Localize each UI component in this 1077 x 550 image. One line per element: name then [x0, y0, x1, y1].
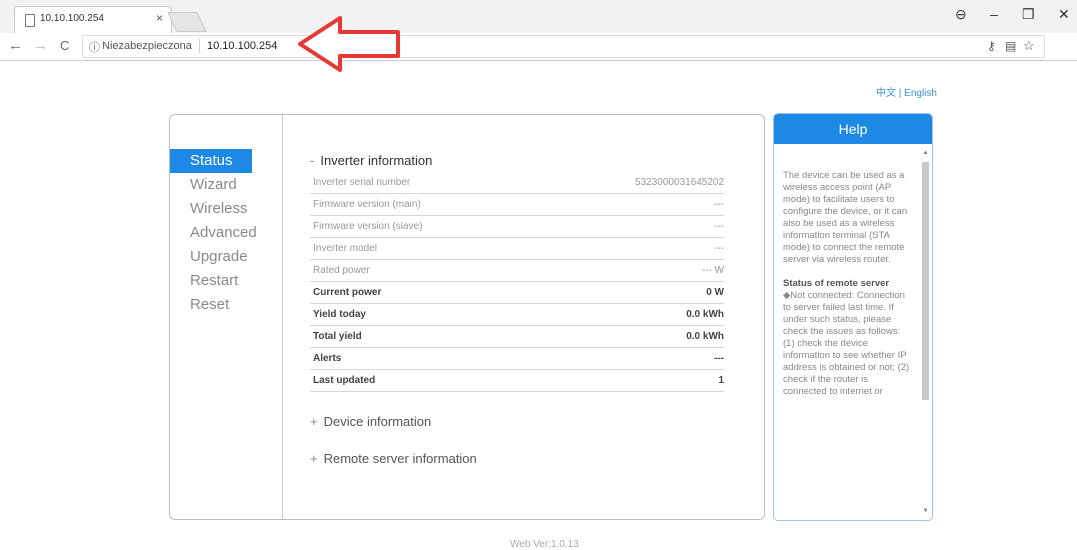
menu-item-status[interactable]: Status [170, 149, 252, 173]
page-icon [25, 14, 35, 27]
inverter-section-title: Inverter information [320, 153, 433, 168]
menu-item-wizard[interactable]: Wizard [170, 173, 282, 197]
browser-tab[interactable]: 10.10.100.254 × [14, 6, 172, 34]
address-separator [199, 39, 200, 53]
device-section-title: Device information [323, 414, 432, 429]
table-row: Firmware version (main) --- [310, 194, 724, 216]
forward-button[interactable]: → [33, 37, 48, 54]
row-value: --- [714, 221, 724, 232]
row-label: Firmware version (slave) [313, 221, 423, 232]
device-section-header[interactable]: + Device information [310, 414, 724, 429]
security-label[interactable]: Niezabezpieczona [102, 40, 192, 52]
row-value: --- [714, 353, 724, 364]
menu-item-upgrade[interactable]: Upgrade [170, 245, 282, 269]
row-label: Alerts [313, 353, 342, 364]
scroll-thumb[interactable] [922, 162, 929, 400]
help-scrollbar[interactable]: ▲ ▼ [921, 150, 930, 514]
table-row: Yield today 0.0 kWh [310, 304, 724, 326]
menu-item-restart[interactable]: Restart [170, 269, 282, 293]
row-value: 0.0 kWh [686, 331, 724, 342]
main-panel: Status Wizard Wireless Advanced Upgrade … [169, 114, 765, 520]
info-icon[interactable]: ⓘ [89, 39, 100, 55]
menu-item-reset[interactable]: Reset [170, 293, 282, 317]
table-row: Last updated 1 [310, 370, 724, 392]
help-intro: The device can be used as a wireless acc… [783, 170, 908, 265]
help-panel: Help The device can be used as a wireles… [773, 113, 933, 521]
translate-icon[interactable]: ▤ [1005, 39, 1016, 53]
help-text: The device can be used as a wireless acc… [783, 170, 911, 398]
table-row: Alerts --- [310, 348, 724, 370]
remote-section-title: Remote server information [323, 451, 477, 466]
row-value: --- W [701, 265, 724, 276]
table-row: Firmware version (slave) --- [310, 216, 724, 238]
maximize-button[interactable]: ❐ [1022, 6, 1035, 23]
row-label: Last updated [313, 375, 376, 386]
row-label: Firmware version (main) [313, 199, 421, 210]
close-window-button[interactable]: ✕ [1058, 6, 1070, 23]
language-links[interactable]: 中文 | English [876, 84, 937, 99]
minimize-button[interactable]: – [990, 6, 998, 22]
account-icon[interactable]: ⊖ [955, 6, 967, 23]
expand-icon[interactable]: + [310, 451, 318, 466]
row-value: 0.0 kWh [686, 309, 724, 320]
table-row: Inverter serial number 5323000031645202 [310, 172, 724, 194]
menu-divider [282, 115, 283, 519]
address-bar[interactable]: ⓘ Niezabezpieczona 10.10.100.254 ⚷ ▤ ☆ [82, 35, 1045, 58]
scroll-up-icon[interactable]: ▲ [921, 150, 930, 156]
row-label: Rated power [313, 265, 370, 276]
table-row: Inverter model --- [310, 238, 724, 260]
row-value: 0 W [706, 287, 724, 298]
scroll-down-icon[interactable]: ▼ [921, 508, 930, 514]
inverter-section-header[interactable]: - Inverter information [310, 153, 724, 168]
row-value: 1 [718, 375, 724, 386]
back-button[interactable]: ← [8, 37, 23, 54]
reload-button[interactable]: C [60, 38, 69, 53]
table-row: Rated power --- W [310, 260, 724, 282]
expand-icon[interactable]: + [310, 414, 318, 429]
status-content: - Inverter information Inverter serial nu… [310, 153, 724, 466]
inverter-info-table: Inverter serial number 5323000031645202 Fi… [310, 172, 724, 392]
row-label: Current power [313, 287, 382, 298]
row-value: 5323000031645202 [635, 177, 724, 188]
help-remote-text: ◆Not connected: Connection to server fai… [783, 290, 910, 397]
tab-close-icon[interactable]: × [156, 11, 163, 25]
menu-item-advanced[interactable]: Advanced [170, 221, 282, 245]
row-label: Inverter serial number [313, 177, 411, 188]
row-value: --- [714, 243, 724, 254]
row-label: Total yield [313, 331, 362, 342]
tab-title: 10.10.100.254 [40, 13, 104, 24]
red-arrow-annotation [298, 16, 400, 72]
web-version: Web Ver:1.0.13 [510, 539, 579, 550]
side-menu: Status Wizard Wireless Advanced Upgrade … [170, 149, 282, 317]
help-title: Help [774, 114, 932, 144]
menu-item-wireless[interactable]: Wireless [170, 197, 282, 221]
new-tab-button[interactable] [167, 12, 207, 32]
row-value: --- [714, 199, 724, 210]
row-label: Inverter model [313, 243, 377, 254]
star-icon[interactable]: ☆ [1023, 38, 1035, 54]
browser-toolbar: ← → C ⓘ Niezabezpieczona 10.10.100.254 ⚷… [0, 33, 1077, 61]
remote-section-header[interactable]: + Remote server information [310, 451, 724, 466]
row-label: Yield today [313, 309, 366, 320]
table-row: Current power 0 W [310, 282, 724, 304]
key-icon[interactable]: ⚷ [987, 39, 996, 53]
address-url[interactable]: 10.10.100.254 [207, 40, 277, 52]
browser-tab-bar: 10.10.100.254 × ⊖ – ❐ ✕ [0, 0, 1077, 34]
help-remote-heading: Status of remote server [783, 278, 890, 289]
collapse-icon[interactable]: - [310, 153, 314, 168]
table-row: Total yield 0.0 kWh [310, 326, 724, 348]
